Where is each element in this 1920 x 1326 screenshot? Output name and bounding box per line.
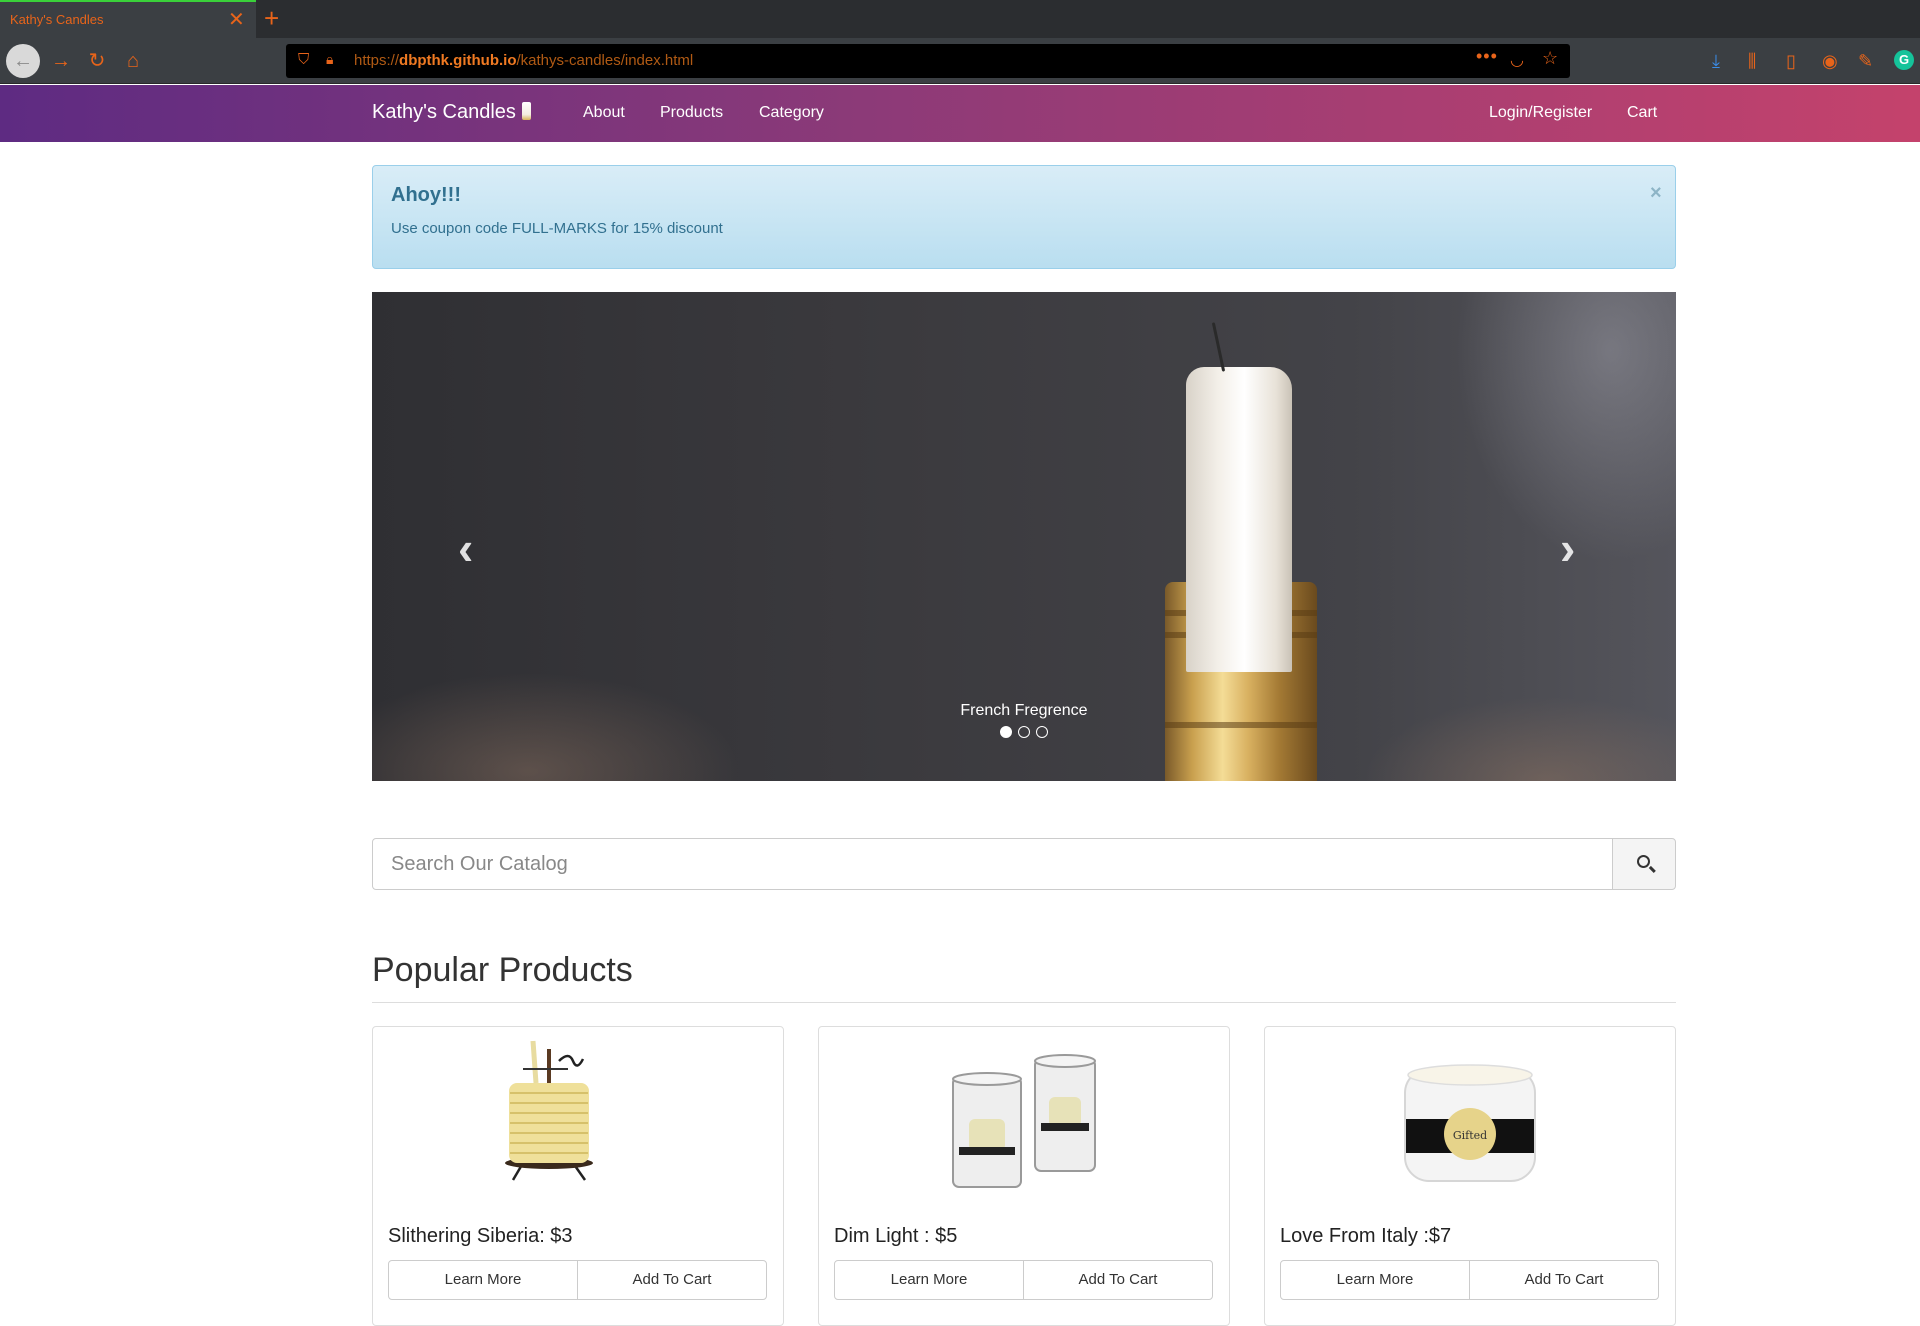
product-name: Love From Italy :$7 (1280, 1225, 1452, 1247)
url-bar[interactable]: ⛉ 🔒︎ https://dbpthk.github.io/kathys-can… (286, 44, 1570, 78)
section-title: Popular Products (372, 951, 633, 989)
more-icon[interactable]: ••• (1476, 46, 1498, 67)
reload-icon[interactable]: ↻ (80, 44, 114, 78)
catalog-search (372, 838, 1676, 890)
library-icon[interactable]: ⫼ (1748, 50, 1756, 72)
candle-wick (1211, 322, 1226, 372)
url-scheme: https:// (354, 52, 400, 69)
nav-cart[interactable]: Cart (1627, 104, 1657, 122)
brand-name: Kathy's Candles (372, 101, 516, 123)
alert-title: Ahoy!!! (391, 184, 461, 206)
add-to-cart-button[interactable]: Add To Cart (1469, 1260, 1659, 1300)
add-to-cart-button[interactable]: Add To Cart (1023, 1260, 1213, 1300)
browser-tab-bar: Kathy's Candles ✕ + (0, 0, 1920, 38)
search-input[interactable] (372, 838, 1613, 890)
screenshot-icon[interactable]: ✎ (1858, 50, 1873, 72)
candle-image (1186, 367, 1292, 672)
nav-about[interactable]: About (583, 104, 625, 122)
carousel-prev-icon[interactable]: ‹ (458, 525, 473, 571)
account-icon[interactable]: ◉ (1822, 50, 1838, 72)
brand-link[interactable]: Kathy's Candles (372, 101, 531, 124)
sidebar-icon[interactable]: ▯ (1786, 50, 1796, 72)
home-icon[interactable]: ⌂ (116, 44, 150, 78)
nav-login-register[interactable]: Login/Register (1489, 104, 1592, 122)
star-icon[interactable]: ☆ (1542, 48, 1558, 69)
product-card: Slithering Siberia: $3 Learn More Add To… (372, 1026, 784, 1326)
product-label: Gifted (1453, 1129, 1487, 1142)
back-icon[interactable]: ← (6, 44, 40, 78)
product-name: Slithering Siberia: $3 (388, 1225, 573, 1247)
product-actions: Learn More Add To Cart (388, 1260, 768, 1300)
grammarly-icon[interactable]: G (1894, 50, 1914, 70)
new-tab-button[interactable]: + (264, 4, 279, 32)
candle-icon (521, 102, 531, 120)
tab-title: Kathy's Candles (10, 12, 104, 27)
url-host: dbpthk.github.io (399, 52, 517, 69)
product-card: Gifted Love From Italy :$7 Learn More Ad… (1264, 1026, 1676, 1326)
browser-toolbar: ← → ↻ ⌂ ⛉ 🔒︎ https://dbpthk.github.io/ka… (0, 38, 1920, 84)
hero-carousel: ‹ › French Fregrence (372, 292, 1676, 781)
search-button[interactable] (1612, 838, 1676, 890)
close-tab-icon[interactable]: ✕ (228, 8, 245, 32)
nav-products[interactable]: Products (660, 104, 723, 122)
product-name: Dim Light : $5 (834, 1225, 958, 1247)
carousel-indicator-3[interactable] (1036, 726, 1048, 738)
forward-icon[interactable]: → (44, 44, 78, 78)
product-actions: Learn More Add To Cart (1280, 1260, 1660, 1300)
site-navbar: Kathy's Candles About Products Category … (0, 85, 1920, 142)
learn-more-button[interactable]: Learn More (1280, 1260, 1470, 1300)
learn-more-button[interactable]: Learn More (834, 1260, 1024, 1300)
browser-tab[interactable]: Kathy's Candles ✕ (0, 0, 256, 38)
nav-category[interactable]: Category (759, 104, 824, 122)
download-icon[interactable]: ⤓ (1712, 50, 1720, 72)
search-icon (1637, 855, 1650, 868)
carousel-next-icon[interactable]: › (1560, 525, 1575, 571)
holder-ring (1165, 722, 1317, 728)
url-path: /kathys-candles/index.html (516, 52, 694, 69)
shield-icon[interactable]: ⛉ (298, 51, 309, 68)
url-text[interactable]: https://dbpthk.github.io/kathys-candles/… (354, 52, 693, 69)
alert-message: Use coupon code FULL-MARKS for 15% disco… (391, 220, 723, 237)
add-to-cart-button[interactable]: Add To Cart (577, 1260, 767, 1300)
product-card: Dim Light : $5 Learn More Add To Cart (818, 1026, 1230, 1326)
divider (372, 1002, 1676, 1003)
carousel-caption: French Fregrence (960, 702, 1088, 719)
carousel-indicator-2[interactable] (1018, 726, 1030, 738)
lock-icon[interactable]: 🔒︎ (326, 51, 333, 68)
carousel-indicator-1[interactable] (1000, 726, 1012, 738)
product-image[interactable] (373, 1035, 783, 1205)
coupon-alert: Ahoy!!! Use coupon code FULL-MARKS for 1… (372, 165, 1676, 269)
learn-more-button[interactable]: Learn More (388, 1260, 578, 1300)
product-image[interactable]: Gifted (1265, 1035, 1675, 1205)
pocket-icon[interactable]: ◡ (1510, 50, 1524, 70)
close-icon[interactable]: × (1650, 182, 1662, 205)
product-actions: Learn More Add To Cart (834, 1260, 1214, 1300)
product-image[interactable] (819, 1035, 1229, 1205)
